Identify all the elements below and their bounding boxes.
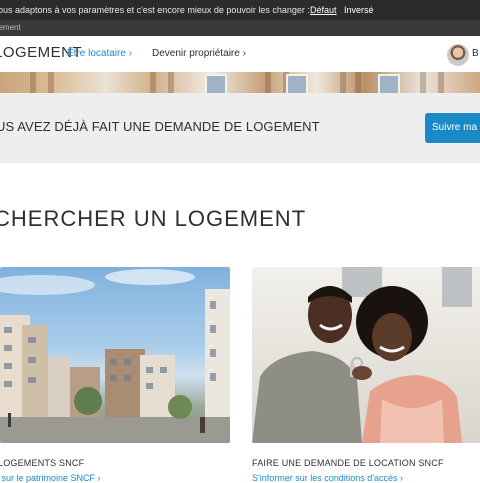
buildings-illustration bbox=[0, 269, 230, 443]
housing-card-title: LOGEMENTS SNCF bbox=[0, 458, 85, 468]
couple-photo-illustration bbox=[252, 267, 472, 443]
housing-card-link[interactable]: ir sur le patrimoine SNCF › bbox=[0, 473, 101, 483]
follow-request-button[interactable]: Suivre ma de bbox=[425, 113, 480, 143]
header-banner-image bbox=[0, 72, 480, 93]
site-header: LOGEMENT Être locataire › Devenir propri… bbox=[0, 36, 480, 73]
avatar[interactable] bbox=[447, 44, 469, 66]
request-notice: US AVEZ DÉJÀ FAIT UNE DEMANDE DE LOGEMEN… bbox=[0, 93, 480, 163]
contrast-option-default[interactable]: Défaut bbox=[310, 0, 337, 20]
accessibility-message: ous adaptons à vos paramètres et c'est e… bbox=[0, 5, 310, 15]
contrast-option-inverted[interactable]: Inversé bbox=[344, 0, 374, 20]
notice-text: US AVEZ DÉJÀ FAIT UNE DEMANDE DE LOGEMEN… bbox=[0, 119, 320, 134]
nav-link-tenant[interactable]: Être locataire › bbox=[67, 48, 132, 59]
rental-request-card-title: FAIRE UNE DEMANDE DE LOCATION SNCF bbox=[252, 458, 444, 468]
accessibility-bar: ous adaptons à vos paramètres et c'est e… bbox=[0, 0, 480, 20]
page-title: CHERCHER UN LOGEMENT bbox=[0, 206, 307, 231]
housing-card-image[interactable] bbox=[0, 267, 230, 443]
nav-link-owner[interactable]: Devenir propriétaire › bbox=[152, 48, 246, 59]
rental-request-card-image[interactable] bbox=[252, 267, 480, 443]
rental-request-card-link[interactable]: S'informer sur les conditions d'accès › bbox=[252, 473, 403, 483]
breadcrumb-item[interactable]: gement bbox=[0, 20, 21, 36]
user-name[interactable]: B bbox=[472, 48, 479, 59]
breadcrumb: gement bbox=[0, 20, 480, 36]
